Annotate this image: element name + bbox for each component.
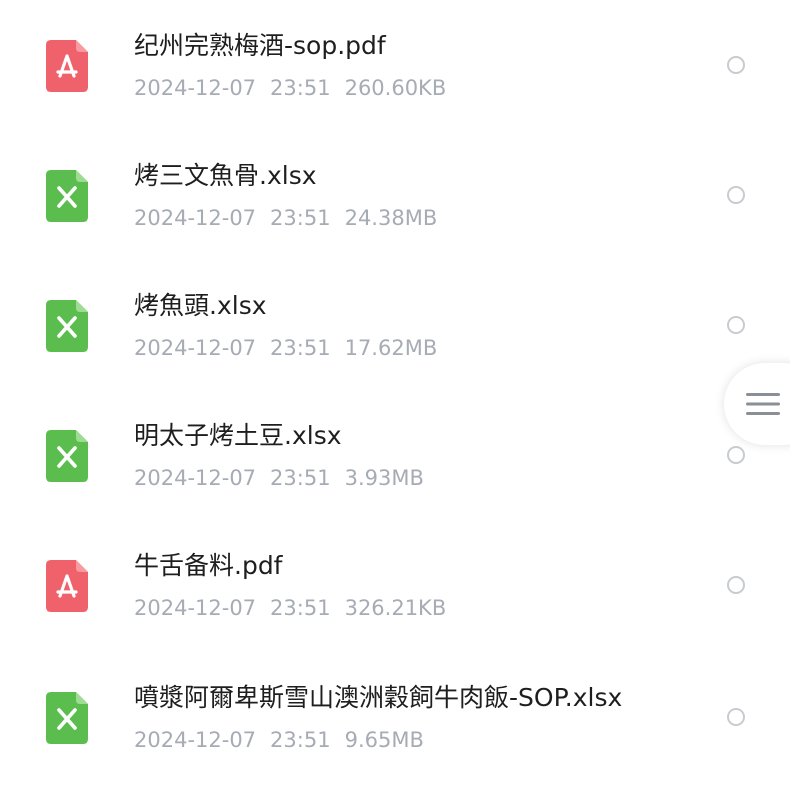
file-meta: 2024-12-07 23:51 260.60KB xyxy=(134,74,446,102)
file-list: 纪州完熟梅酒-sop.pdf 2024-12-07 23:51 260.60KB 烤… xyxy=(0,0,790,790)
file-name: 纪州完熟梅酒-sop.pdf xyxy=(134,31,386,60)
file-name: 噴漿阿爾卑斯雪山澳洲穀飼牛肉飯-SOP.xlsx xyxy=(134,683,623,712)
file-time: 23:51 xyxy=(270,466,331,490)
select-radio[interactable] xyxy=(727,708,745,726)
select-radio[interactable] xyxy=(727,446,745,464)
file-time: 23:51 xyxy=(270,336,331,360)
file-time: 23:51 xyxy=(270,76,331,100)
file-meta: 2024-12-07 23:51 3.93MB xyxy=(134,464,424,492)
excel-file-icon xyxy=(46,170,88,222)
file-time: 23:51 xyxy=(270,206,331,230)
file-size: 24.38MB xyxy=(344,206,438,230)
file-list-item[interactable]: 烤魚頭.xlsx 2024-12-07 23:51 17.62MB xyxy=(0,260,790,390)
file-date: 2024-12-07 xyxy=(134,76,257,100)
file-meta: 2024-12-07 23:51 17.62MB xyxy=(134,334,437,362)
file-date: 2024-12-07 xyxy=(134,336,257,360)
file-date: 2024-12-07 xyxy=(134,596,257,620)
select-radio[interactable] xyxy=(727,576,745,594)
file-meta: 2024-12-07 23:51 24.38MB xyxy=(134,204,437,232)
file-size: 326.21KB xyxy=(344,596,447,620)
file-browser: 纪州完熟梅酒-sop.pdf 2024-12-07 23:51 260.60KB 烤… xyxy=(0,0,790,790)
pdf-file-icon xyxy=(46,40,88,92)
pdf-file-icon xyxy=(46,560,88,612)
file-time: 23:51 xyxy=(270,596,331,620)
file-size: 17.62MB xyxy=(344,336,438,360)
file-date: 2024-12-07 xyxy=(134,466,257,490)
excel-file-icon xyxy=(46,430,88,482)
select-radio[interactable] xyxy=(727,186,745,204)
file-size: 260.60KB xyxy=(344,76,447,100)
file-name: 牛舌备料.pdf xyxy=(134,551,283,580)
file-name: 烤魚頭.xlsx xyxy=(134,291,267,320)
file-list-item[interactable]: 明太子烤土豆.xlsx 2024-12-07 23:51 3.93MB xyxy=(0,390,790,520)
file-list-item[interactable]: 牛舌备料.pdf 2024-12-07 23:51 326.21KB xyxy=(0,520,790,650)
file-date: 2024-12-07 xyxy=(134,206,257,230)
file-name: 烤三文魚骨.xlsx xyxy=(134,161,317,190)
file-date: 2024-12-07 xyxy=(134,728,257,752)
file-list-item[interactable]: 烤三文魚骨.xlsx 2024-12-07 23:51 24.38MB xyxy=(0,130,790,260)
file-list-item[interactable]: 纪州完熟梅酒-sop.pdf 2024-12-07 23:51 260.60KB xyxy=(0,0,790,130)
select-radio[interactable] xyxy=(727,316,745,334)
file-size: 9.65MB xyxy=(344,728,424,752)
hamburger-menu-icon xyxy=(746,390,780,418)
file-list-item[interactable]: 噴漿阿爾卑斯雪山澳洲穀飼牛肉飯-SOP.xlsx 2024-12-07 23:51… xyxy=(0,650,790,780)
file-size: 3.93MB xyxy=(344,466,424,490)
select-radio[interactable] xyxy=(727,56,745,74)
file-name: 明太子烤土豆.xlsx xyxy=(134,421,342,450)
excel-file-icon xyxy=(46,300,88,352)
excel-file-icon xyxy=(46,692,88,744)
file-meta: 2024-12-07 23:51 9.65MB xyxy=(134,726,424,754)
file-meta: 2024-12-07 23:51 326.21KB xyxy=(134,594,446,622)
file-time: 23:51 xyxy=(270,728,331,752)
